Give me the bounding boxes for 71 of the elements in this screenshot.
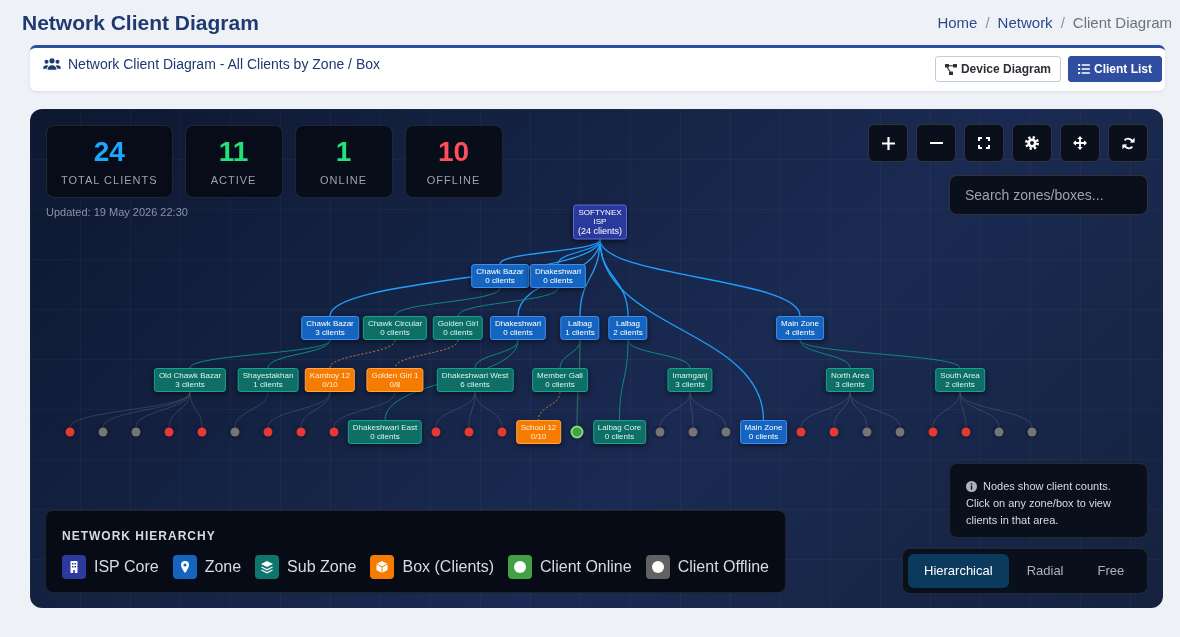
sub-zone-node[interactable]: Imamganj 3 clients <box>667 368 713 392</box>
refresh-button[interactable] <box>1108 124 1148 162</box>
map-pin-icon <box>172 555 197 579</box>
sub-zone-node[interactable]: Old Chawk Bazar 3 clients <box>153 368 227 392</box>
building-icon <box>62 555 86 579</box>
legend-label: Client Offline <box>677 557 769 577</box>
zone-node[interactable]: Chawk Bazar 0 clients <box>471 264 529 288</box>
stat-label: ACTIVE <box>210 174 257 187</box>
legend-label: Sub Zone <box>287 557 357 577</box>
zone-node[interactable]: Dhakeshwari 0 clients <box>529 264 587 288</box>
zoom-in-button[interactable] <box>868 124 908 162</box>
zone-node[interactable]: Lalbag 2 clients <box>608 316 648 340</box>
zone-node[interactable]: Main Zone 0 clients <box>739 420 788 444</box>
breadcrumb-current: Client Diagram <box>1072 12 1172 33</box>
stat-value: 1 <box>335 138 352 166</box>
search-field[interactable]: Search zones/boxes... <box>949 175 1148 215</box>
sub-zone-node[interactable]: Dhakeshwari West 6 clients <box>436 368 514 392</box>
breadcrumb-separator: / <box>985 12 990 33</box>
refresh-icon <box>1121 136 1135 150</box>
breadcrumb-link[interactable]: Network <box>997 12 1053 33</box>
fullscreen-icon <box>978 137 990 149</box>
legend-label: ISP Core <box>94 557 159 577</box>
info-text: Nodes show client counts. <box>983 479 1111 494</box>
layout-tab[interactable]: Free <box>1081 554 1141 588</box>
stat-value: 24 <box>93 138 125 166</box>
stat-label: TOTAL CLIENTS <box>61 174 158 187</box>
sub-zone-node[interactable]: Golden Girl 0 clients <box>432 316 484 340</box>
zone-node[interactable]: Main Zone 4 clients <box>776 316 824 340</box>
updated-timestamp: Updated: 19 May 2026 22:30 <box>46 205 188 219</box>
legend-label: Client Online <box>540 557 632 577</box>
client-list-button[interactable]: Client List <box>1068 56 1162 82</box>
sub-zone-node[interactable]: Dhakeshwari East 0 clients <box>347 420 423 444</box>
breadcrumb-link[interactable]: Home <box>937 12 978 33</box>
sub-zone-node[interactable]: Member Gali 0 clients <box>532 368 588 392</box>
nodes-icon <box>944 63 957 75</box>
legend-label: Zone <box>204 557 242 577</box>
sub-zone-node[interactable]: Chawk Circular 0 clients <box>362 316 428 340</box>
plus-icon <box>881 136 895 150</box>
layout-tab[interactable]: Hierarchical <box>908 554 1009 588</box>
layers-icon <box>255 555 280 579</box>
isp-node[interactable]: SOFTYNEX ISP (24 clients) <box>573 204 627 240</box>
legend-title: NETWORK HIERARCHY <box>62 529 217 543</box>
zone-node[interactable]: Lalbag 1 clients <box>560 316 600 340</box>
settings-button[interactable] <box>1012 124 1052 162</box>
minus-icon <box>929 141 943 145</box>
cube-icon <box>370 555 395 579</box>
info-text: Click on any zone/box to view clients in that area. <box>966 496 1112 528</box>
zone-node[interactable]: Dhakeshwari 0 clients <box>489 316 547 340</box>
layout-tab[interactable]: Radial <box>1010 554 1080 588</box>
gear-icon <box>1025 136 1039 150</box>
users-icon <box>43 58 61 70</box>
stat-label: OFFLINE <box>426 174 481 187</box>
legend-label: Box (Clients) <box>402 557 495 577</box>
stat-label: ONLINE <box>320 174 368 187</box>
pan-button[interactable] <box>1060 124 1100 162</box>
sub-zone-node[interactable]: South Area 2 clients <box>935 368 985 392</box>
card-title: Network Client Diagram - All Clients by Zone / Box <box>68 55 380 74</box>
device-diagram-button[interactable]: Device Diagram <box>934 56 1061 82</box>
list-icon <box>1078 64 1090 74</box>
connector-line <box>538 391 561 421</box>
sub-zone-node[interactable]: Lalbag Core 0 clients <box>592 420 647 444</box>
sub-zone-node[interactable]: Shayestakhan 1 clients <box>237 368 299 392</box>
sub-zone-node[interactable]: North Area 3 clients <box>825 368 875 392</box>
page-title: Network Client Diagram <box>22 9 259 36</box>
breadcrumb-separator: / <box>1060 12 1065 33</box>
stat-value: 10 <box>437 138 470 166</box>
zone-node[interactable]: Chawk Bazar 3 clients <box>301 316 359 340</box>
fullscreen-button[interactable] <box>964 124 1004 162</box>
move-arrows-icon <box>1073 136 1087 150</box>
stat-value: 11 <box>218 138 249 166</box>
info-icon <box>966 481 977 492</box>
